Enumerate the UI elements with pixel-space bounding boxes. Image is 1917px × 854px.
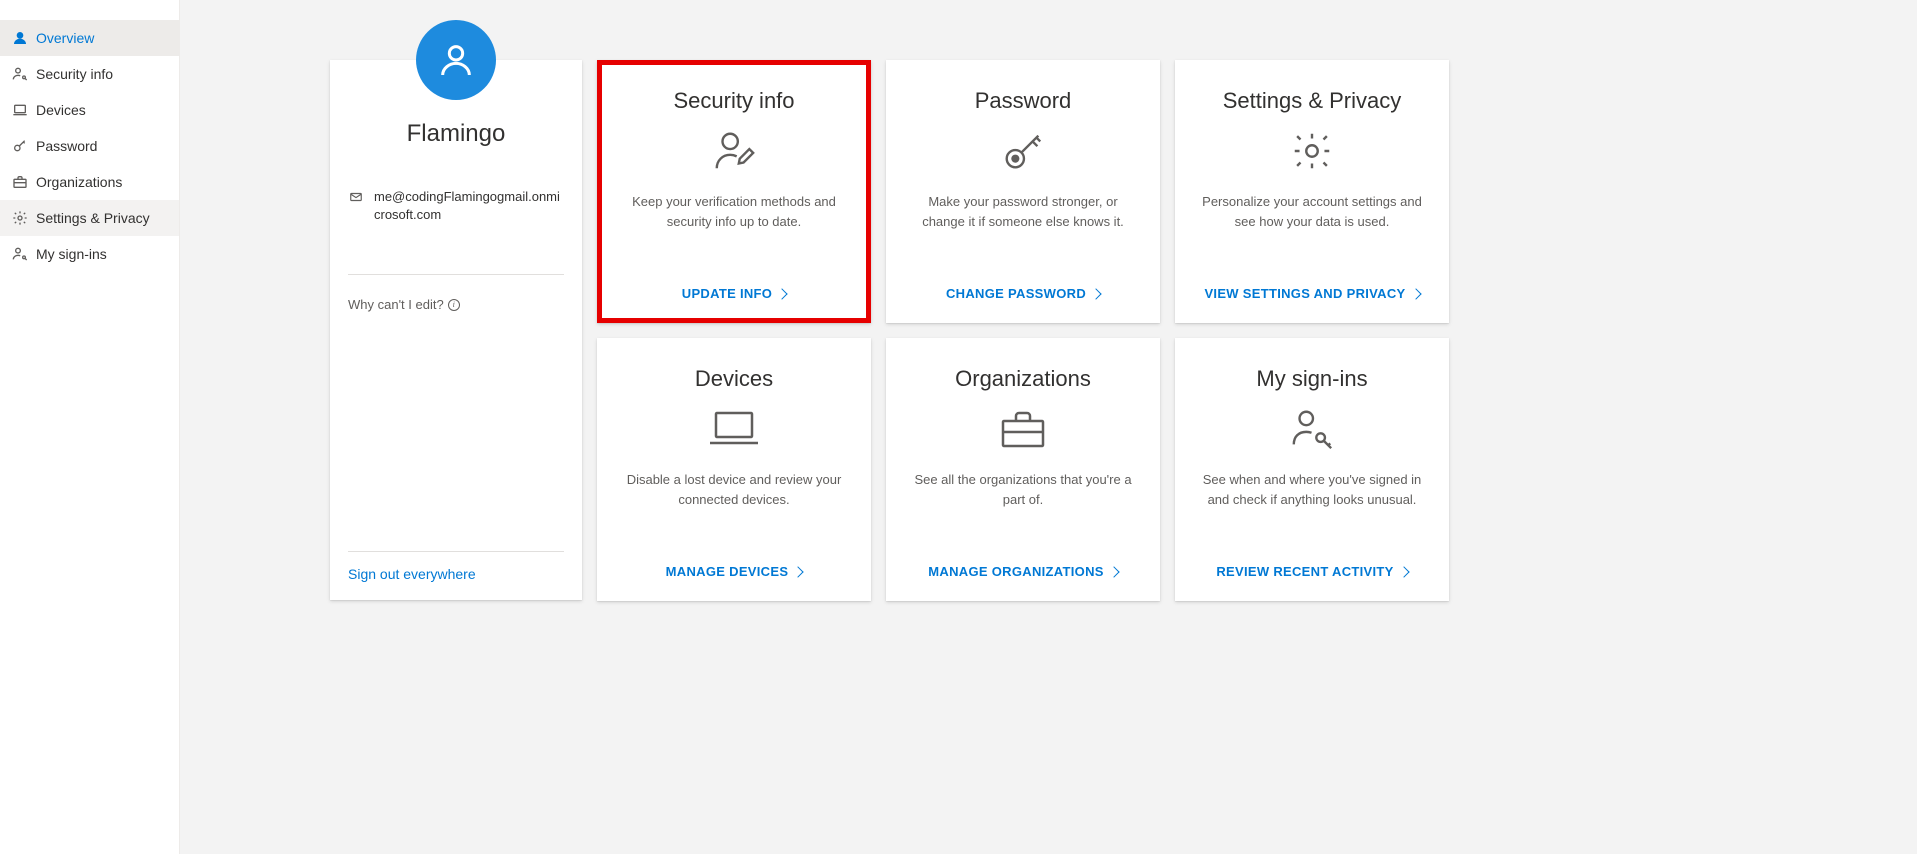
gear-icon [1289,128,1335,174]
sidebar-item-label: Password [36,138,97,154]
signout-section: Sign out everywhere [348,551,564,582]
view-settings-privacy-link[interactable]: VIEW SETTINGS AND PRIVACY [1204,286,1419,301]
chevron-right-icon [793,566,804,577]
sidebar-item-overview[interactable]: Overview [0,20,179,56]
tile-action-label: UPDATE INFO [682,286,772,301]
divider [348,274,564,275]
profile-email-row: me@codingFlamingogmail.onmicrosoft.com [348,188,564,224]
person-icon [12,30,28,46]
tile-password: Password Make your password stronger, or… [886,60,1160,323]
tile-title: Devices [695,366,773,392]
key-icon [12,138,28,154]
sidebar-item-label: My sign-ins [36,246,107,262]
manage-organizations-link[interactable]: MANAGE ORGANIZATIONS [928,564,1117,579]
sidebar-item-label: Security info [36,66,113,82]
tile-title: Settings & Privacy [1223,88,1402,114]
tile-desc: See when and where you've signed in and … [1195,470,1429,554]
chevron-right-icon [1398,566,1409,577]
profile-name: Flamingo [348,120,564,148]
tile-title: Security info [673,88,794,114]
tile-action-label: MANAGE DEVICES [666,564,789,579]
tile-devices: Devices Disable a lost device and review… [597,338,871,601]
sidebar-item-settings-privacy[interactable]: Settings & Privacy [0,200,179,236]
person-key-icon [12,66,28,82]
profile-email: me@codingFlamingogmail.onmicrosoft.com [374,188,564,224]
profile-card: Flamingo me@codingFlamingogmail.onmicros… [330,60,582,600]
person-key-icon [12,246,28,262]
avatar-person-icon [436,40,476,80]
why-cant-edit-link[interactable]: Why can't I edit? i [348,297,564,312]
sidebar-item-devices[interactable]: Devices [0,92,179,128]
laptop-icon [12,102,28,118]
mail-icon [348,190,364,204]
tiles-grid: Security info Keep your verification met… [597,60,1449,601]
manage-devices-link[interactable]: MANAGE DEVICES [666,564,803,579]
info-icon: i [448,299,460,311]
review-recent-activity-link[interactable]: REVIEW RECENT ACTIVITY [1216,564,1407,579]
person-edit-icon [711,128,757,174]
laptop-icon [706,406,762,452]
sidebar-item-label: Settings & Privacy [36,210,150,226]
briefcase-icon [12,174,28,190]
briefcase-icon [998,406,1048,452]
sidebar-item-password[interactable]: Password [0,128,179,164]
sidebar-item-label: Organizations [36,174,122,190]
tile-title: Password [975,88,1072,114]
tile-desc: Disable a lost device and review your co… [617,470,851,554]
tile-action-label: MANAGE ORGANIZATIONS [928,564,1103,579]
chevron-right-icon [1090,288,1101,299]
tile-security-info: Security info Keep your verification met… [597,60,871,323]
tile-desc: Make your password stronger, or change i… [906,192,1140,276]
sidebar-item-my-signins[interactable]: My sign-ins [0,236,179,272]
tile-desc: Keep your verification methods and secur… [617,192,851,276]
chevron-right-icon [1410,288,1421,299]
main-content: Flamingo me@codingFlamingogmail.onmicros… [180,0,1917,854]
chevron-right-icon [777,288,788,299]
sidebar: Overview Security info Devices Password … [0,0,180,854]
sidebar-item-security-info[interactable]: Security info [0,56,179,92]
tile-action-label: REVIEW RECENT ACTIVITY [1216,564,1393,579]
tile-desc: See all the organizations that you're a … [906,470,1140,554]
change-password-link[interactable]: CHANGE PASSWORD [946,286,1100,301]
avatar [416,20,496,100]
update-info-link[interactable]: UPDATE INFO [682,286,786,301]
why-cant-edit-label: Why can't I edit? [348,297,444,312]
chevron-right-icon [1108,566,1119,577]
tile-desc: Personalize your account settings and se… [1195,192,1429,276]
tile-my-signins: My sign-ins See when and where you've si… [1175,338,1449,601]
sidebar-item-label: Overview [36,30,94,46]
sidebar-item-label: Devices [36,102,86,118]
tile-action-label: VIEW SETTINGS AND PRIVACY [1204,286,1405,301]
key-icon [1000,128,1046,174]
tile-organizations: Organizations See all the organizations … [886,338,1160,601]
tile-action-label: CHANGE PASSWORD [946,286,1086,301]
signout-everywhere-link[interactable]: Sign out everywhere [348,566,476,582]
tile-settings-privacy: Settings & Privacy Personalize your acco… [1175,60,1449,323]
tile-title: My sign-ins [1256,366,1367,392]
sidebar-item-organizations[interactable]: Organizations [0,164,179,200]
gear-icon [12,210,28,226]
tile-title: Organizations [955,366,1091,392]
person-key-icon [1289,406,1335,452]
